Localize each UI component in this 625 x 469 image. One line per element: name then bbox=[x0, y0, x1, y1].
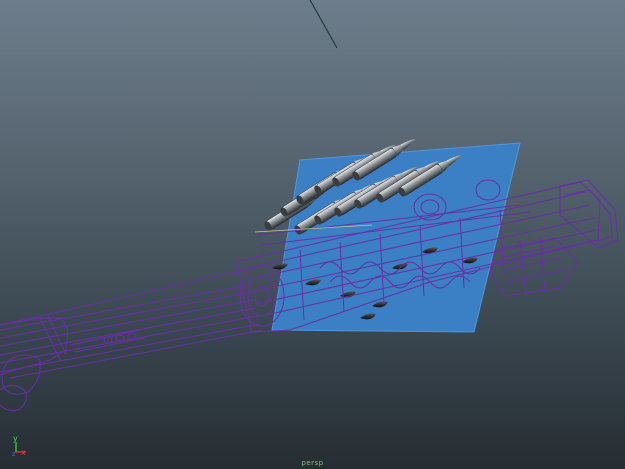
barrel-hole bbox=[127, 332, 137, 340]
manipulator-line[interactable] bbox=[309, 0, 338, 49]
maya-viewport[interactable]: y x z persp bbox=[0, 0, 625, 469]
y-axis-label: y bbox=[13, 434, 18, 443]
z-axis-label: z bbox=[12, 450, 16, 458]
barrel-hole bbox=[115, 334, 125, 342]
receiver-ring bbox=[247, 275, 277, 317]
grip-wireframe bbox=[499, 245, 567, 283]
barrel-rail bbox=[0, 269, 263, 379]
barrel-hole bbox=[103, 336, 113, 344]
scene-canvas[interactable] bbox=[0, 0, 625, 469]
muzzle-wireframe bbox=[0, 385, 27, 411]
camera-name-label: persp bbox=[301, 459, 324, 467]
reference-image-plane[interactable] bbox=[271, 142, 521, 333]
muzzle-wireframe bbox=[0, 317, 69, 376]
axis-gizmo: y x z bbox=[12, 434, 26, 458]
stock-wireframe bbox=[564, 189, 613, 243]
x-axis-label: x bbox=[21, 448, 26, 457]
